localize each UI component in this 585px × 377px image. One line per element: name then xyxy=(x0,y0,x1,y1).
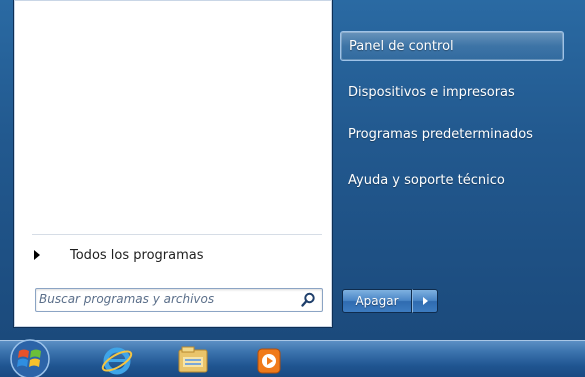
menu-item-dispositivos-e-impresoras[interactable]: Dispositivos e impresoras xyxy=(340,78,562,106)
shutdown-button[interactable]: Apagar xyxy=(342,289,412,313)
windows-explorer-icon[interactable] xyxy=(176,343,210,377)
start-orb-icon[interactable] xyxy=(6,337,54,377)
shutdown-controls: Apagar xyxy=(342,289,438,313)
menu-item-panel-de-control[interactable]: Panel de control xyxy=(340,31,564,61)
menu-item-label: Panel de control xyxy=(349,38,454,54)
system-links-panel: Panel de control Dispositivos e impresor… xyxy=(331,0,585,340)
all-programs-label: Todos los programas xyxy=(70,247,204,263)
chevron-right-icon xyxy=(422,297,428,305)
search-input[interactable] xyxy=(39,291,289,307)
media-player-icon[interactable] xyxy=(252,343,286,377)
programs-panel: Todos los programas xyxy=(13,0,333,328)
internet-explorer-icon[interactable] xyxy=(100,343,134,377)
shutdown-options-button[interactable] xyxy=(412,289,438,313)
search-icon[interactable] xyxy=(300,292,316,308)
menu-item-programas-predeterminados[interactable]: Programas predeterminados xyxy=(340,120,562,148)
start-menu: Todos los programas Panel de control Dis… xyxy=(0,0,585,340)
menu-item-label: Ayuda y soporte técnico xyxy=(348,172,505,188)
menu-item-label: Dispositivos e impresoras xyxy=(348,84,515,100)
expand-arrow-icon xyxy=(34,250,40,260)
all-programs-button[interactable]: Todos los programas xyxy=(32,242,322,268)
shutdown-label: Apagar xyxy=(355,294,399,308)
taskbar xyxy=(0,337,585,377)
divider xyxy=(32,234,322,235)
pinned-programs-list xyxy=(14,0,332,234)
menu-item-ayuda-y-soporte[interactable]: Ayuda y soporte técnico xyxy=(340,166,562,194)
search-box[interactable] xyxy=(35,288,323,312)
menu-item-label: Programas predeterminados xyxy=(348,126,533,142)
